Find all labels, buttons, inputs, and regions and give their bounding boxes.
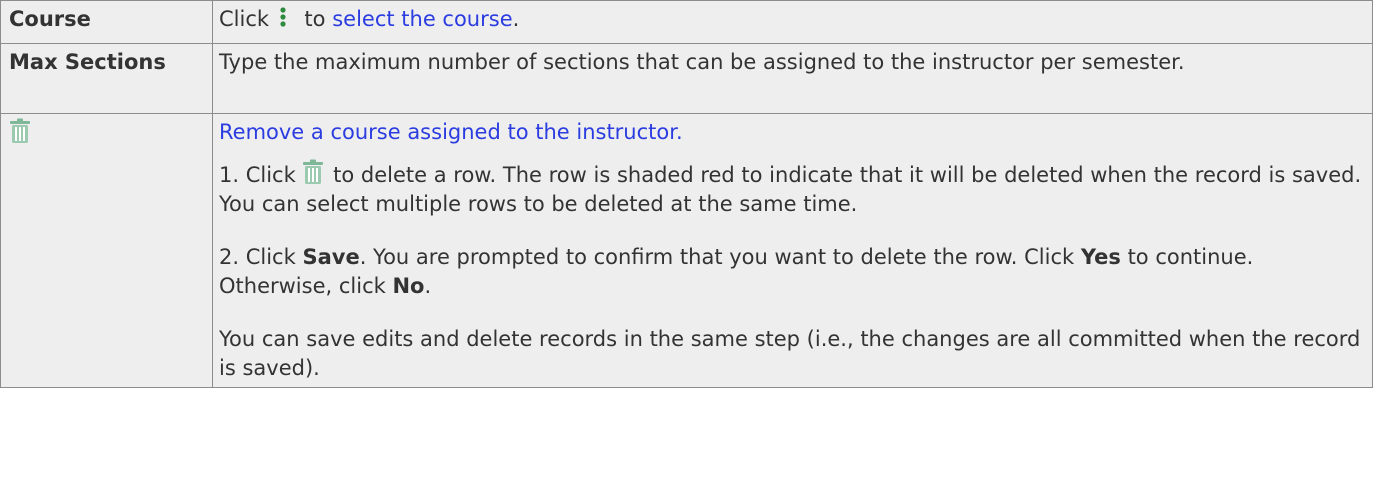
step-2-prefix: 2. Click <box>219 245 296 269</box>
select-course-link[interactable]: select the course <box>332 7 512 31</box>
field-description-max-sections: Type the maximum number of sections that… <box>212 43 1373 114</box>
trash-icon <box>302 159 326 186</box>
table-row: Remove a course assigned to the instruct… <box>0 113 1373 388</box>
table-row: Course Click to select the course. <box>0 0 1373 44</box>
table-row: Max Sections Type the maximum number of … <box>0 43 1373 114</box>
no-keyword: No <box>392 274 425 298</box>
field-label-course: Course <box>0 0 213 44</box>
step-2-period: . <box>424 274 432 298</box>
note-text: You can save edits and delete records in… <box>219 327 1361 380</box>
step-1-text: to delete a row. The row is shaded red t… <box>219 163 1362 216</box>
help-table: Course Click to select the course. Max S… <box>0 0 1373 388</box>
text-to: to <box>304 7 326 31</box>
text-period: . <box>512 7 520 31</box>
field-label-max-sections: Max Sections <box>0 43 213 114</box>
save-keyword: Save <box>302 245 360 269</box>
step-1: 1. Click to delete a row. The row is sha… <box>219 159 1364 219</box>
trash-icon <box>9 118 33 145</box>
field-description-course: Click to select the course. <box>212 0 1373 44</box>
step-2: 2. Click Save. You are prompted to confi… <box>219 243 1364 301</box>
yes-keyword: Yes <box>1080 245 1121 269</box>
remove-course-link[interactable]: Remove a course assigned to the instruct… <box>219 120 683 144</box>
field-label-delete <box>0 113 213 388</box>
text-click: Click <box>219 7 270 31</box>
field-description-delete: Remove a course assigned to the instruct… <box>212 113 1373 388</box>
step-2-text-a: . You are prompted to confirm that you w… <box>359 245 1075 269</box>
more-options-icon[interactable] <box>276 6 298 28</box>
step-1-prefix: 1. Click <box>219 163 296 187</box>
